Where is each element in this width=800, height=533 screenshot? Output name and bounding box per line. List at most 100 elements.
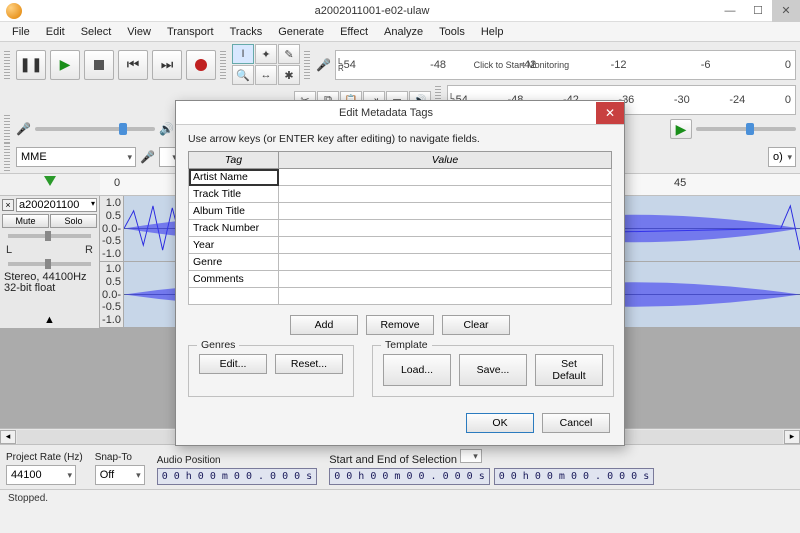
recording-volume-slider[interactable]: [35, 127, 155, 131]
toolbar-grip[interactable]: [4, 115, 10, 143]
project-rate-select[interactable]: 44100: [6, 465, 76, 485]
waveform-scale: 1.00.50.0--0.5-1.0: [100, 262, 124, 327]
tag-cell[interactable]: [189, 288, 279, 305]
ok-button[interactable]: OK: [466, 413, 534, 433]
selection-mode-select[interactable]: [460, 449, 482, 463]
skip-start-button[interactable]: ⏮: [118, 50, 148, 80]
tag-cell[interactable]: Comments: [189, 271, 279, 288]
menu-transport[interactable]: Transport: [159, 24, 222, 40]
menu-tracks[interactable]: Tracks: [222, 24, 271, 40]
minimize-button[interactable]: —: [716, 0, 744, 22]
audio-position-field[interactable]: 0 0 h 0 0 m 0 0 . 0 0 0 s: [157, 468, 318, 485]
col-tag[interactable]: Tag: [189, 152, 279, 169]
value-cell[interactable]: [279, 203, 612, 220]
col-value[interactable]: Value: [279, 152, 612, 169]
dialog-title: Edit Metadata Tags: [176, 107, 596, 119]
solo-button[interactable]: Solo: [50, 214, 97, 228]
track-pan-slider[interactable]: [8, 262, 91, 266]
close-button[interactable]: ✕: [772, 0, 800, 22]
template-save-button[interactable]: Save...: [459, 354, 527, 386]
multi-tool[interactable]: ✱: [278, 65, 300, 85]
playhead-icon[interactable]: [44, 176, 56, 186]
menu-analyze[interactable]: Analyze: [376, 24, 431, 40]
template-group: Template Load... Save... Set Default: [372, 345, 614, 397]
tag-cell[interactable]: Album Title: [189, 203, 279, 220]
template-load-button[interactable]: Load...: [383, 354, 451, 386]
value-cell[interactable]: [279, 169, 612, 186]
zoom-tool[interactable]: 🔍: [232, 65, 254, 85]
status-bar: Stopped.: [0, 489, 800, 507]
remove-button[interactable]: Remove: [366, 315, 434, 335]
value-cell[interactable]: [279, 237, 612, 254]
timeshift-tool[interactable]: ↔: [255, 65, 277, 85]
metadata-table[interactable]: TagValue Artist Name Track Title Album T…: [188, 151, 612, 305]
menu-effect[interactable]: Effect: [332, 24, 376, 40]
genres-reset-button[interactable]: Reset...: [275, 354, 343, 374]
menu-view[interactable]: View: [119, 24, 159, 40]
menu-generate[interactable]: Generate: [270, 24, 332, 40]
tag-cell[interactable]: Track Title: [189, 186, 279, 203]
scroll-right-button[interactable]: ▸: [784, 430, 800, 444]
value-cell[interactable]: [279, 220, 612, 237]
template-setdefault-button[interactable]: Set Default: [535, 354, 603, 386]
menu-edit[interactable]: Edit: [38, 24, 73, 40]
record-button[interactable]: [186, 50, 216, 80]
value-cell[interactable]: [279, 288, 612, 305]
tag-cell[interactable]: Genre: [189, 254, 279, 271]
dialog-titlebar[interactable]: Edit Metadata Tags ✕: [176, 101, 624, 125]
track-close-button[interactable]: ×: [2, 199, 14, 211]
app-icon: [6, 3, 22, 19]
value-cell[interactable]: [279, 254, 612, 271]
waveform-scale: 1.00.50.0--0.5-1.0: [100, 196, 124, 261]
playback-speed-slider[interactable]: [696, 127, 796, 131]
value-cell[interactable]: [279, 271, 612, 288]
mic-icon: 🎤: [16, 122, 31, 136]
menu-tools[interactable]: Tools: [431, 24, 473, 40]
play-at-speed-button[interactable]: ▶: [670, 119, 692, 139]
draw-tool[interactable]: ✎: [278, 44, 300, 64]
track-format-label: Stereo, 44100Hz32-bit float: [2, 272, 97, 294]
project-rate-label: Project Rate (Hz): [6, 452, 83, 463]
track-name-dropdown[interactable]: a200201100: [16, 198, 97, 212]
tag-cell[interactable]: Year: [189, 237, 279, 254]
audio-host-select[interactable]: MME: [16, 147, 136, 167]
menu-file[interactable]: File: [4, 24, 38, 40]
clear-button[interactable]: Clear: [442, 315, 510, 335]
pause-button[interactable]: ❚❚: [16, 50, 46, 80]
playback-device-select[interactable]: o): [768, 147, 796, 167]
value-cell[interactable]: [279, 186, 612, 203]
selection-start-field[interactable]: 0 0 h 0 0 m 0 0 . 0 0 0 s: [329, 468, 490, 485]
metadata-dialog: Edit Metadata Tags ✕ Use arrow keys (or …: [175, 100, 625, 446]
menu-select[interactable]: Select: [73, 24, 120, 40]
tag-cell[interactable]: Artist Name: [189, 169, 279, 186]
play-button[interactable]: ▶: [50, 50, 80, 80]
recording-meter[interactable]: LR Click to Start Monitoring -54-48-42 -…: [335, 50, 796, 80]
window-titlebar: a2002011001-e02-ulaw — ☐ ✕: [0, 0, 800, 22]
track-gain-slider[interactable]: [8, 234, 91, 238]
skip-end-button[interactable]: ⏭: [152, 50, 182, 80]
window-title: a2002011001-e02-ulaw: [28, 5, 716, 17]
track-control-panel: × a200201100 Mute Solo LR Stereo, 44100H…: [0, 196, 100, 328]
stop-button[interactable]: [84, 50, 114, 80]
dialog-close-button[interactable]: ✕: [596, 102, 624, 124]
mute-button[interactable]: Mute: [2, 214, 49, 228]
dialog-hint: Use arrow keys (or ENTER key after editi…: [188, 133, 612, 145]
toolbar-grip[interactable]: [4, 51, 10, 79]
cancel-button[interactable]: Cancel: [542, 413, 610, 433]
genres-edit-button[interactable]: Edit...: [199, 354, 267, 374]
genres-group: Genres Edit... Reset...: [188, 345, 354, 397]
track-collapse-button[interactable]: ▲: [2, 314, 97, 326]
selection-label: Start and End of Selection: [329, 449, 654, 466]
add-button[interactable]: Add: [290, 315, 358, 335]
snap-to-select[interactable]: Off: [95, 465, 145, 485]
scroll-left-button[interactable]: ◂: [0, 430, 16, 444]
toolbar-grip[interactable]: [4, 143, 10, 171]
toolbar-grip[interactable]: [304, 51, 310, 79]
menu-help[interactable]: Help: [473, 24, 512, 40]
tag-cell[interactable]: Track Number: [189, 220, 279, 237]
maximize-button[interactable]: ☐: [744, 0, 772, 22]
selection-tool[interactable]: I: [232, 44, 254, 64]
envelope-tool[interactable]: ✦: [255, 44, 277, 64]
selection-end-field[interactable]: 0 0 h 0 0 m 0 0 . 0 0 0 s: [494, 468, 655, 485]
toolbar-grip[interactable]: [220, 51, 226, 79]
